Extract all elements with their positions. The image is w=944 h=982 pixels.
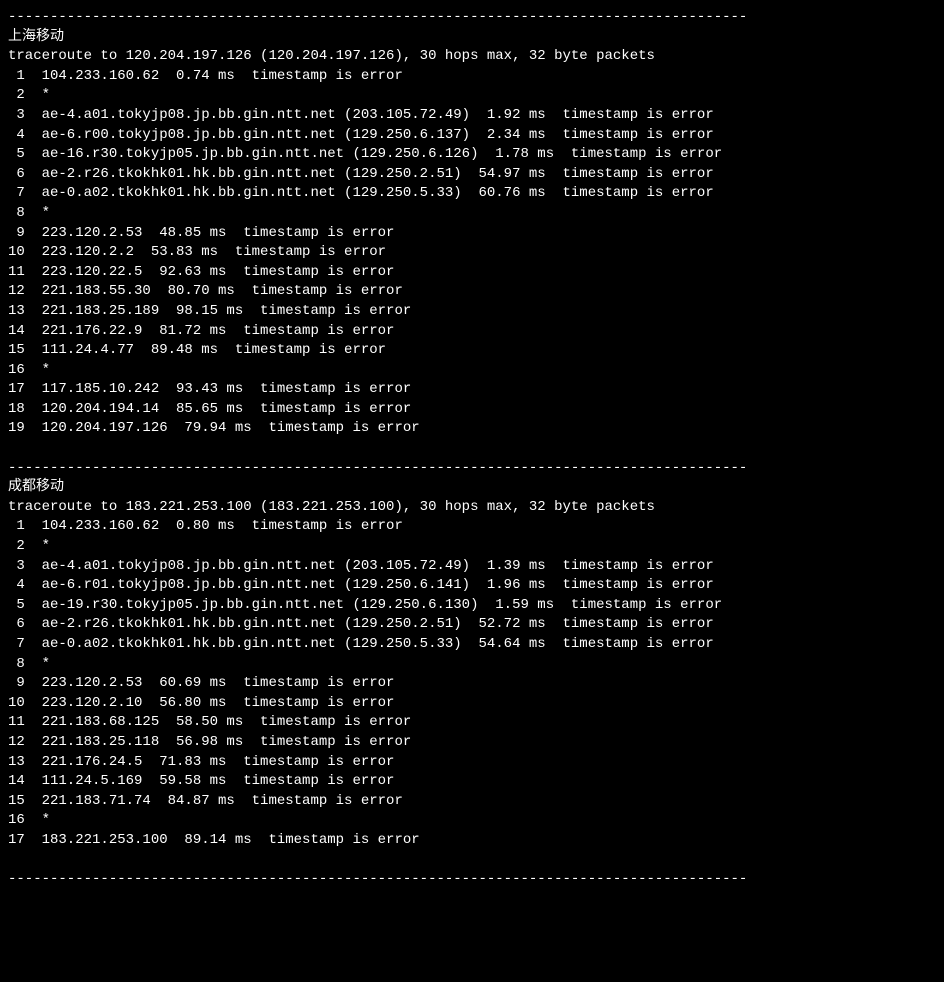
traceroute-hop: 14 221.176.22.9 81.72 ms timestamp is er… (8, 322, 936, 342)
traceroute-hop: 17 183.221.253.100 89.14 ms timestamp is… (8, 831, 936, 851)
traceroute-hop: 6 ae-2.r26.tkokhk01.hk.bb.gin.ntt.net (1… (8, 615, 936, 635)
terminal-output: ----------------------------------------… (8, 8, 936, 890)
traceroute-hop: 16 * (8, 361, 936, 381)
traceroute-hop: 3 ae-4.a01.tokyjp08.jp.bb.gin.ntt.net (2… (8, 557, 936, 577)
traceroute-hop: 9 223.120.2.53 60.69 ms timestamp is err… (8, 674, 936, 694)
traceroute-hop: 14 111.24.5.169 59.58 ms timestamp is er… (8, 772, 936, 792)
traceroute-hop: 10 223.120.2.10 56.80 ms timestamp is er… (8, 694, 936, 714)
section-divider: ----------------------------------------… (8, 8, 936, 28)
section-title: 成都移动 (8, 478, 936, 498)
section-divider: ----------------------------------------… (8, 459, 936, 479)
traceroute-header: traceroute to 183.221.253.100 (183.221.2… (8, 498, 936, 518)
traceroute-hop: 2 * (8, 537, 936, 557)
traceroute-hop: 11 221.183.68.125 58.50 ms timestamp is … (8, 713, 936, 733)
blank-line (8, 439, 936, 459)
traceroute-hop: 19 120.204.197.126 79.94 ms timestamp is… (8, 419, 936, 439)
traceroute-hop: 12 221.183.55.30 80.70 ms timestamp is e… (8, 282, 936, 302)
traceroute-hop: 7 ae-0.a02.tkokhk01.hk.bb.gin.ntt.net (1… (8, 635, 936, 655)
traceroute-hop: 12 221.183.25.118 56.98 ms timestamp is … (8, 733, 936, 753)
traceroute-hop: 10 223.120.2.2 53.83 ms timestamp is err… (8, 243, 936, 263)
traceroute-hop: 8 * (8, 204, 936, 224)
traceroute-hop: 5 ae-16.r30.tokyjp05.jp.bb.gin.ntt.net (… (8, 145, 936, 165)
traceroute-hop: 5 ae-19.r30.tokyjp05.jp.bb.gin.ntt.net (… (8, 596, 936, 616)
traceroute-hop: 13 221.183.25.189 98.15 ms timestamp is … (8, 302, 936, 322)
traceroute-hop: 9 223.120.2.53 48.85 ms timestamp is err… (8, 224, 936, 244)
traceroute-hop: 7 ae-0.a02.tkokhk01.hk.bb.gin.ntt.net (1… (8, 184, 936, 204)
traceroute-hop: 4 ae-6.r01.tokyjp08.jp.bb.gin.ntt.net (1… (8, 576, 936, 596)
traceroute-hop: 13 221.176.24.5 71.83 ms timestamp is er… (8, 753, 936, 773)
traceroute-header: traceroute to 120.204.197.126 (120.204.1… (8, 47, 936, 67)
traceroute-hop: 1 104.233.160.62 0.80 ms timestamp is er… (8, 517, 936, 537)
traceroute-hop: 18 120.204.194.14 85.65 ms timestamp is … (8, 400, 936, 420)
traceroute-hop: 16 * (8, 811, 936, 831)
section-title: 上海移动 (8, 28, 936, 48)
traceroute-hop: 2 * (8, 86, 936, 106)
traceroute-hop: 8 * (8, 655, 936, 675)
blank-line (8, 851, 936, 871)
traceroute-hop: 15 111.24.4.77 89.48 ms timestamp is err… (8, 341, 936, 361)
traceroute-hop: 1 104.233.160.62 0.74 ms timestamp is er… (8, 67, 936, 87)
traceroute-hop: 11 223.120.22.5 92.63 ms timestamp is er… (8, 263, 936, 283)
traceroute-hop: 3 ae-4.a01.tokyjp08.jp.bb.gin.ntt.net (2… (8, 106, 936, 126)
section-divider: ----------------------------------------… (8, 870, 936, 890)
traceroute-hop: 15 221.183.71.74 84.87 ms timestamp is e… (8, 792, 936, 812)
traceroute-hop: 4 ae-6.r00.tokyjp08.jp.bb.gin.ntt.net (1… (8, 126, 936, 146)
traceroute-hop: 17 117.185.10.242 93.43 ms timestamp is … (8, 380, 936, 400)
traceroute-hop: 6 ae-2.r26.tkokhk01.hk.bb.gin.ntt.net (1… (8, 165, 936, 185)
